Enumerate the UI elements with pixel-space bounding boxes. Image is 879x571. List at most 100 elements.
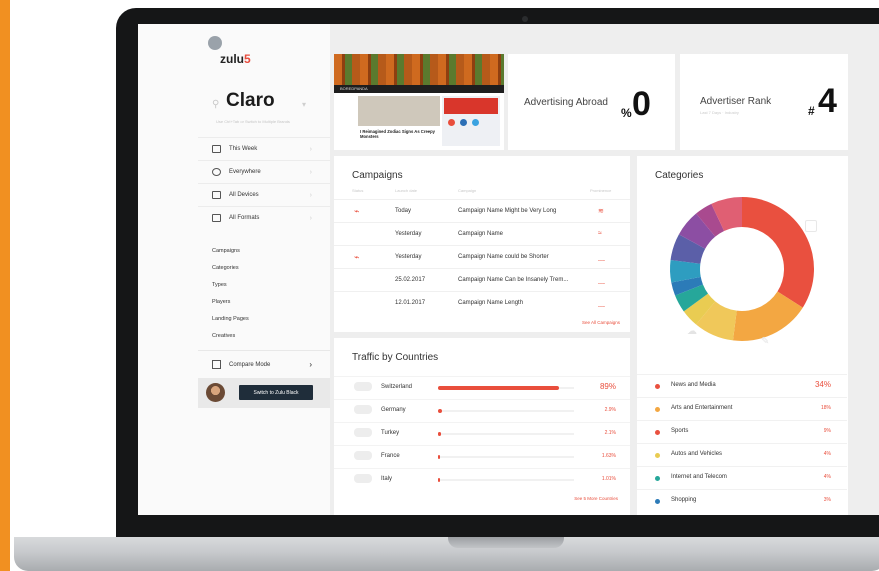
filter-time[interactable]: This Week › <box>198 137 330 160</box>
country-map-icon <box>354 428 372 437</box>
category-percent: 34% <box>814 380 831 389</box>
campaigns-panel: Campaigns Status Launch date Campaign Pr… <box>334 156 630 332</box>
dashboard-screen: zulu5 ⚲ Claro ▾ Use Ctrl+Tab or Switch t… <box>138 24 879 515</box>
see-all-campaigns-link[interactable]: See All Campaigns <box>582 320 620 325</box>
category-name: News and Media <box>671 382 716 388</box>
laptop-notch <box>448 537 564 548</box>
list-item[interactable]: France 1.63% <box>334 445 630 468</box>
table-row[interactable]: ⌁ Today Campaign Name Might be Very Long… <box>334 199 630 222</box>
campaign-name: Campaign Name Length <box>458 300 524 306</box>
brand-logo[interactable]: zulu5 <box>220 52 251 66</box>
panel-title: Categories <box>655 170 704 181</box>
signal-icon: ≈ <box>598 230 602 237</box>
list-item[interactable]: Sports 9% <box>637 420 847 443</box>
sidebar: zulu5 ⚲ Claro ▾ Use Ctrl+Tab or Switch t… <box>138 24 330 515</box>
panel-title: Traffic by Countries <box>352 352 439 363</box>
globe-icon <box>212 168 221 176</box>
chevron-down-icon[interactable]: ▾ <box>302 100 306 109</box>
stat-card-advertiser-rank: Advertiser Rank Last 7 Days · Industry #… <box>680 54 848 150</box>
list-item[interactable]: Internet and Telecom 4% <box>637 466 847 489</box>
legend-dot <box>655 407 660 412</box>
legend-dot <box>655 430 660 435</box>
filter-location[interactable]: Everywhere › <box>198 160 330 183</box>
pulse-icon: ⌁ <box>354 206 360 216</box>
traffic-panel: Traffic by Countries Switzerland 89% Ger… <box>334 338 630 515</box>
campaign-date: 25.02.2017 <box>395 277 426 283</box>
list-item[interactable]: Autos and Vehicles 4% <box>637 443 847 466</box>
panel-title: Campaigns <box>352 170 403 181</box>
switch-account-button[interactable]: Switch to Zulu Black <box>239 385 313 400</box>
column-header: Prominence <box>590 188 612 193</box>
share-icon <box>460 119 467 126</box>
filter-label: All Devices <box>229 192 259 198</box>
category-percent: 9% <box>823 428 831 434</box>
list-item[interactable]: Switzerland 89% <box>334 376 630 399</box>
list-item[interactable]: Turkey 2.1% <box>334 422 630 445</box>
pulse-icon: ⌁ <box>354 252 360 262</box>
stat-value: 0 <box>632 85 651 123</box>
avatar[interactable] <box>206 383 225 402</box>
site-preview-ad <box>442 96 500 146</box>
list-item[interactable]: Shopping 3% <box>637 489 847 512</box>
site-preview-hero-image <box>334 54 504 85</box>
country-percent: 89% <box>599 382 616 391</box>
table-row[interactable]: 12.01.2017 Campaign Name Length ﹏ <box>334 291 630 314</box>
list-item[interactable]: Germany 2.9% <box>334 399 630 422</box>
legend-dot <box>655 476 660 481</box>
country-percent: 2.1% <box>604 430 616 436</box>
signal-icon: ≋ <box>598 208 604 215</box>
monitor-icon <box>212 191 221 199</box>
country-name: Turkey <box>381 430 400 436</box>
share-icon <box>448 119 455 126</box>
country-name: Italy <box>381 476 393 482</box>
signal-icon: ﹏ <box>598 301 605 308</box>
sidebar-item-types[interactable]: Types <box>212 276 249 293</box>
filter-devices[interactable]: All Devices › <box>198 183 330 206</box>
column-header: Campaign <box>458 188 477 193</box>
campaign-date: 12.01.2017 <box>395 300 426 306</box>
client-subtitle: Use Ctrl+Tab or Switch to Multiple Brand… <box>216 119 290 124</box>
column-header: Launch date <box>395 188 418 193</box>
campaign-name: Campaign Name <box>458 231 504 237</box>
category-name: Shopping <box>671 497 697 503</box>
country-percent: 1.63% <box>601 453 616 459</box>
category-name: Autos and Vehicles <box>671 451 723 457</box>
stat-card-advertising-abroad: Advertising Abroad % 0 <box>508 54 675 150</box>
table-row[interactable]: ⌁ Yesterday Campaign Name could be Short… <box>334 245 630 268</box>
list-item[interactable]: Italy 1.01% <box>334 468 630 491</box>
sidebar-item-creatives[interactable]: Creatives <box>212 327 249 344</box>
category-name: Internet and Telecom <box>671 474 727 480</box>
search-icon[interactable]: ⚲ <box>212 99 219 110</box>
donut-slice[interactable] <box>742 197 814 308</box>
frame-icon <box>212 214 221 222</box>
client-name[interactable]: Claro <box>226 90 275 112</box>
sidebar-item-players[interactable]: Players <box>212 293 249 310</box>
country-name: Germany <box>381 407 406 413</box>
site-preview-card[interactable]: BOREDPANDA I Reimagined Zodiac Signs As … <box>334 54 504 150</box>
stat-subtitle: Last 7 Days · Industry <box>700 110 739 115</box>
orange-background-strip <box>0 0 10 571</box>
compare-mode-button[interactable]: Compare Mode › <box>198 350 330 378</box>
category-percent: 18% <box>820 405 831 411</box>
campaign-date: Today <box>395 208 412 214</box>
square-outline-icon <box>805 220 817 232</box>
categories-donut-chart <box>670 197 814 341</box>
table-row[interactable]: 25.02.2017 Campaign Name Can be Insanely… <box>334 268 630 291</box>
see-more-countries-link[interactable]: See 5 More Countries <box>574 496 618 501</box>
table-row[interactable]: Yesterday Campaign Name ≈ <box>334 222 630 245</box>
chevron-right-icon: › <box>309 360 312 369</box>
country-percent: 2.9% <box>604 407 616 413</box>
laptop-base <box>14 537 879 571</box>
traffic-bar-fill <box>438 478 441 482</box>
sidebar-item-campaigns[interactable]: Campaigns <box>212 242 249 259</box>
column-header: Status <box>352 188 364 193</box>
country-map-icon <box>354 474 372 483</box>
traffic-bar <box>438 432 574 436</box>
list-item[interactable]: News and Media 34% <box>637 374 847 397</box>
chevron-right-icon: › <box>309 145 312 153</box>
filter-formats[interactable]: All Formats › <box>198 206 330 229</box>
sidebar-item-categories[interactable]: Categories <box>212 259 249 276</box>
sidebar-item-landing-pages[interactable]: Landing Pages <box>212 310 249 327</box>
traffic-bar-fill <box>438 409 442 413</box>
list-item[interactable]: Arts and Entertainment 18% <box>637 397 847 420</box>
